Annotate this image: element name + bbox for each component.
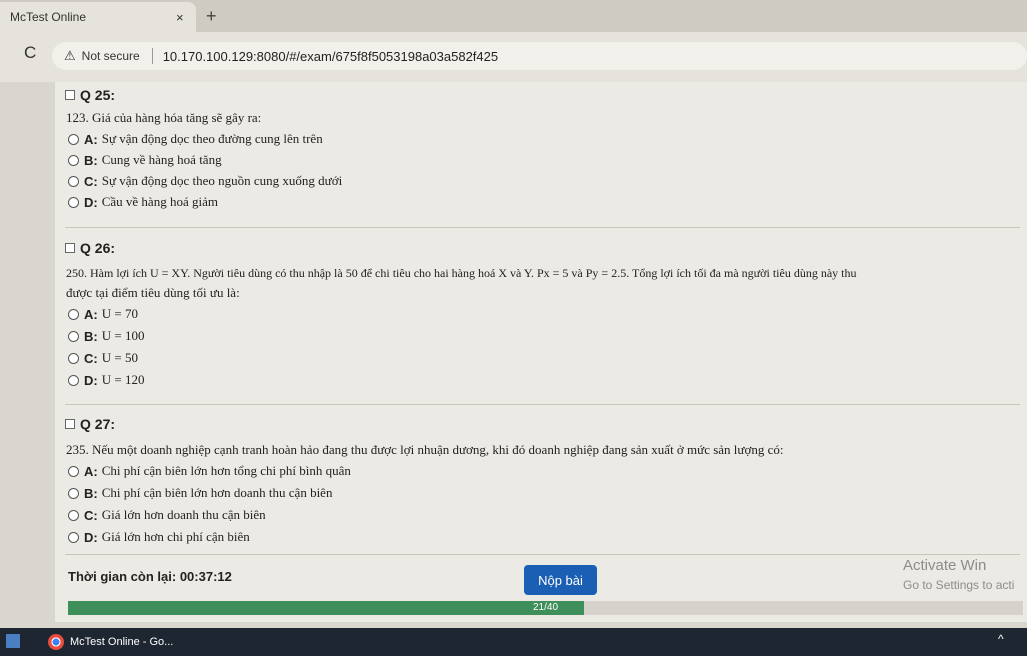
answer-option[interactable]: C: U = 50 [68,350,138,366]
radio-button[interactable] [68,374,79,386]
tab-strip: McTest Online × + [0,0,1027,32]
timer-label: Thời gian còn lại: [68,569,177,584]
option-text: Cung về hàng hoá tăng [101,152,222,167]
option-text: U = 70 [101,306,138,321]
taskbar-app-label: McTest Online - Go... [70,636,174,648]
radio-button[interactable] [68,531,79,543]
answer-option[interactable]: C: Giá lớn hơn doanh thu cận biên [68,507,266,523]
answer-option[interactable]: A: Chi phí cận biên lớn hơn tổng chi phí… [68,463,351,479]
option-text: Sự vận động dọc theo đường cung lên trên [101,131,323,146]
tray-chevron-icon[interactable]: ^ [998,632,1004,646]
question-header: Q 25: [65,87,115,103]
taskbar: McTest Online - Go... ^ [0,628,1027,656]
option-key: A: [84,463,98,479]
start-icon[interactable] [6,634,20,648]
option-key: B: [84,485,98,501]
radio-button[interactable] [68,487,79,499]
question-header: Q 26: [65,240,115,256]
answer-option[interactable]: B: U = 100 [68,328,144,344]
reload-icon[interactable]: C [24,43,36,63]
tab-close-icon[interactable]: × [176,10,184,25]
tab-title: McTest Online [10,10,87,24]
taskbar-app[interactable]: McTest Online - Go... [48,630,173,654]
radio-button[interactable] [68,465,79,477]
option-text: U = 100 [101,328,145,343]
question-label: Q 27: [80,416,116,432]
question-text-continued: được tại điểm tiêu dùng tối ưu là: [66,285,240,300]
option-key: C: [84,173,98,189]
answer-option[interactable]: D: U = 120 [68,372,144,388]
option-key: B: [84,328,98,344]
option-text: Giá lớn hơn doanh thu cận biên [101,507,266,522]
option-key: D: [84,529,98,545]
question-divider [65,404,1020,405]
question-header: Q 27: [65,416,115,432]
answer-option[interactable]: C: Sự vận động dọc theo nguồn cung xuống… [68,173,342,189]
radio-button[interactable] [68,196,79,208]
answer-option[interactable]: B: Cung về hàng hoá tăng [68,152,222,168]
browser-tab[interactable]: McTest Online × [0,2,196,32]
progress-bar: 21/40 [68,601,1023,615]
radio-button[interactable] [68,509,79,521]
option-key: A: [84,306,98,322]
radio-button[interactable] [68,352,79,364]
answer-option[interactable]: D: Giá lớn hơn chi phí cận biên [68,529,250,545]
progress-text: 21/40 [532,602,559,613]
timer: Thời gian còn lại: 00:37:12 [68,569,232,584]
option-key: D: [84,194,98,210]
answer-option[interactable]: B: Chi phí cận biên lớn hơn doanh thu cậ… [68,485,332,501]
option-text: Chi phí cận biên lớn hơn tổng chi phí bì… [101,463,351,478]
question-divider [65,554,1020,555]
question-divider [65,227,1020,228]
option-key: B: [84,152,98,168]
warning-icon[interactable]: ⚠ [64,48,76,64]
new-tab-icon[interactable]: + [206,6,217,27]
flag-checkbox[interactable] [65,90,75,100]
option-key: A: [84,131,98,147]
option-key: D: [84,372,98,388]
radio-button[interactable] [68,133,79,145]
option-text: Cầu về hàng hoá giảm [101,194,218,209]
radio-button[interactable] [68,175,79,187]
option-text: Chi phí cận biên lớn hơn doanh thu cận b… [101,485,333,500]
question-label: Q 26: [80,240,116,256]
flag-checkbox[interactable] [65,419,75,429]
address-bar[interactable]: ⚠ Not secure 10.170.100.129:8080/#/exam/… [52,42,1027,70]
answer-option[interactable]: A: U = 70 [68,306,138,322]
radio-button[interactable] [68,154,79,166]
address-separator [151,48,153,64]
answer-option[interactable]: D: Cầu về hàng hoá giảm [68,194,218,210]
option-text: U = 50 [101,350,138,365]
security-label[interactable]: Not secure [82,49,140,63]
submit-button[interactable]: Nộp bài [524,565,597,595]
option-text: Sự vận động dọc theo nguồn cung xuống dư… [101,173,343,188]
activate-windows-title: Activate Win [903,557,987,574]
option-key: C: [84,350,98,366]
browser-toolbar: C ⚠ Not secure 10.170.100.129:8080/#/exa… [0,32,1027,82]
radio-button[interactable] [68,330,79,342]
activate-windows-hint: Go to Settings to acti [903,578,1015,592]
option-text: U = 120 [101,372,145,387]
question-text: 123. Giá của hàng hóa tăng sẽ gây ra: [66,110,262,125]
option-key: C: [84,507,98,523]
option-text: Giá lớn hơn chi phí cận biên [101,529,250,544]
timer-value: 00:37:12 [179,569,232,584]
radio-button[interactable] [68,308,79,320]
exam-page: Q 25: 123. Giá của hàng hóa tăng sẽ gây … [55,82,1027,622]
url-text[interactable]: 10.170.100.129:8080/#/exam/675f8f5053198… [163,49,498,64]
chrome-icon [48,634,64,650]
question-text: 235. Nếu một doanh nghiệp cạnh tranh hoà… [66,442,784,457]
question-text: 250. Hàm lợi ích U = XY. Người tiêu dùng… [66,266,857,280]
answer-option[interactable]: A: Sự vận động dọc theo đường cung lên t… [68,131,323,147]
question-label: Q 25: [80,87,116,103]
flag-checkbox[interactable] [65,243,75,253]
